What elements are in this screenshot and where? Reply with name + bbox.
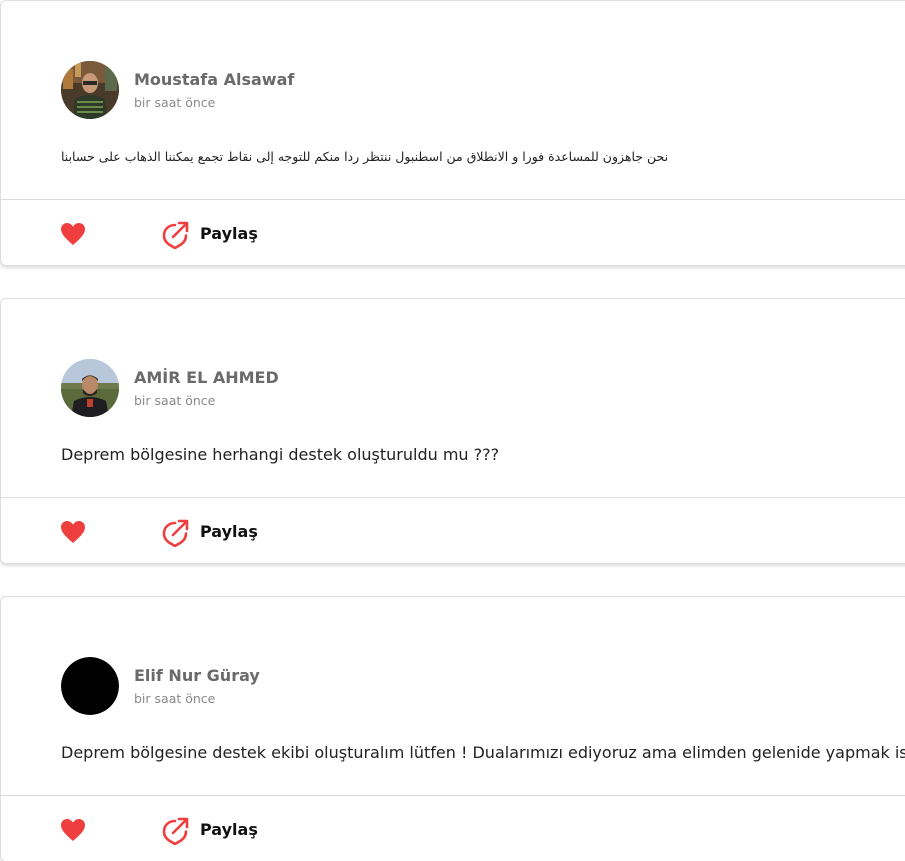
divider — [1, 795, 905, 796]
avatar-placeholder — [61, 657, 119, 715]
post-text: Deprem bölgesine herhangi destek oluştur… — [61, 445, 500, 464]
post-timestamp: bir saat önce — [134, 95, 216, 110]
share-button[interactable]: Paylaş — [161, 217, 271, 251]
share-button[interactable]: Paylaş — [161, 515, 271, 549]
divider — [1, 199, 905, 200]
share-arrow-icon — [162, 817, 189, 845]
post-card: AMİR EL AHMED bir saat önce Deprem bölge… — [0, 298, 905, 564]
share-arrow-icon — [162, 519, 189, 547]
like-button[interactable] — [59, 815, 109, 845]
share-label: Paylaş — [200, 224, 258, 243]
share-label: Paylaş — [200, 820, 258, 839]
post-timestamp: bir saat önce — [134, 691, 216, 706]
avatar-photo — [61, 61, 119, 119]
avatar[interactable] — [61, 657, 119, 715]
share-arrow-icon — [162, 221, 189, 249]
share-label: Paylaş — [200, 522, 258, 541]
share-button[interactable]: Paylaş — [161, 813, 271, 847]
like-button[interactable] — [59, 517, 109, 547]
heart-icon — [61, 521, 85, 543]
post-card: Elif Nur Güray bir saat önce Deprem bölg… — [0, 596, 905, 861]
divider — [1, 497, 905, 498]
like-button[interactable] — [59, 219, 109, 249]
heart-icon — [61, 819, 85, 841]
author-name[interactable]: AMİR EL AHMED — [134, 368, 279, 387]
heart-icon — [61, 223, 85, 245]
post-card: Moustafa Alsawaf bir saat önce نحن جاهزو… — [0, 0, 905, 266]
author-name[interactable]: Moustafa Alsawaf — [134, 70, 294, 89]
avatar-photo — [61, 359, 119, 417]
post-feed: Moustafa Alsawaf bir saat önce نحن جاهزو… — [0, 0, 905, 861]
post-text: Deprem bölgesine destek ekibi oluşturalı… — [61, 743, 905, 762]
post-text: نحن جاهزون للمساعدة فورا و الانطلاق من ا… — [61, 149, 669, 164]
author-name[interactable]: Elif Nur Güray — [134, 666, 260, 685]
avatar[interactable] — [61, 359, 119, 417]
post-timestamp: bir saat önce — [134, 393, 216, 408]
avatar[interactable] — [61, 61, 119, 119]
